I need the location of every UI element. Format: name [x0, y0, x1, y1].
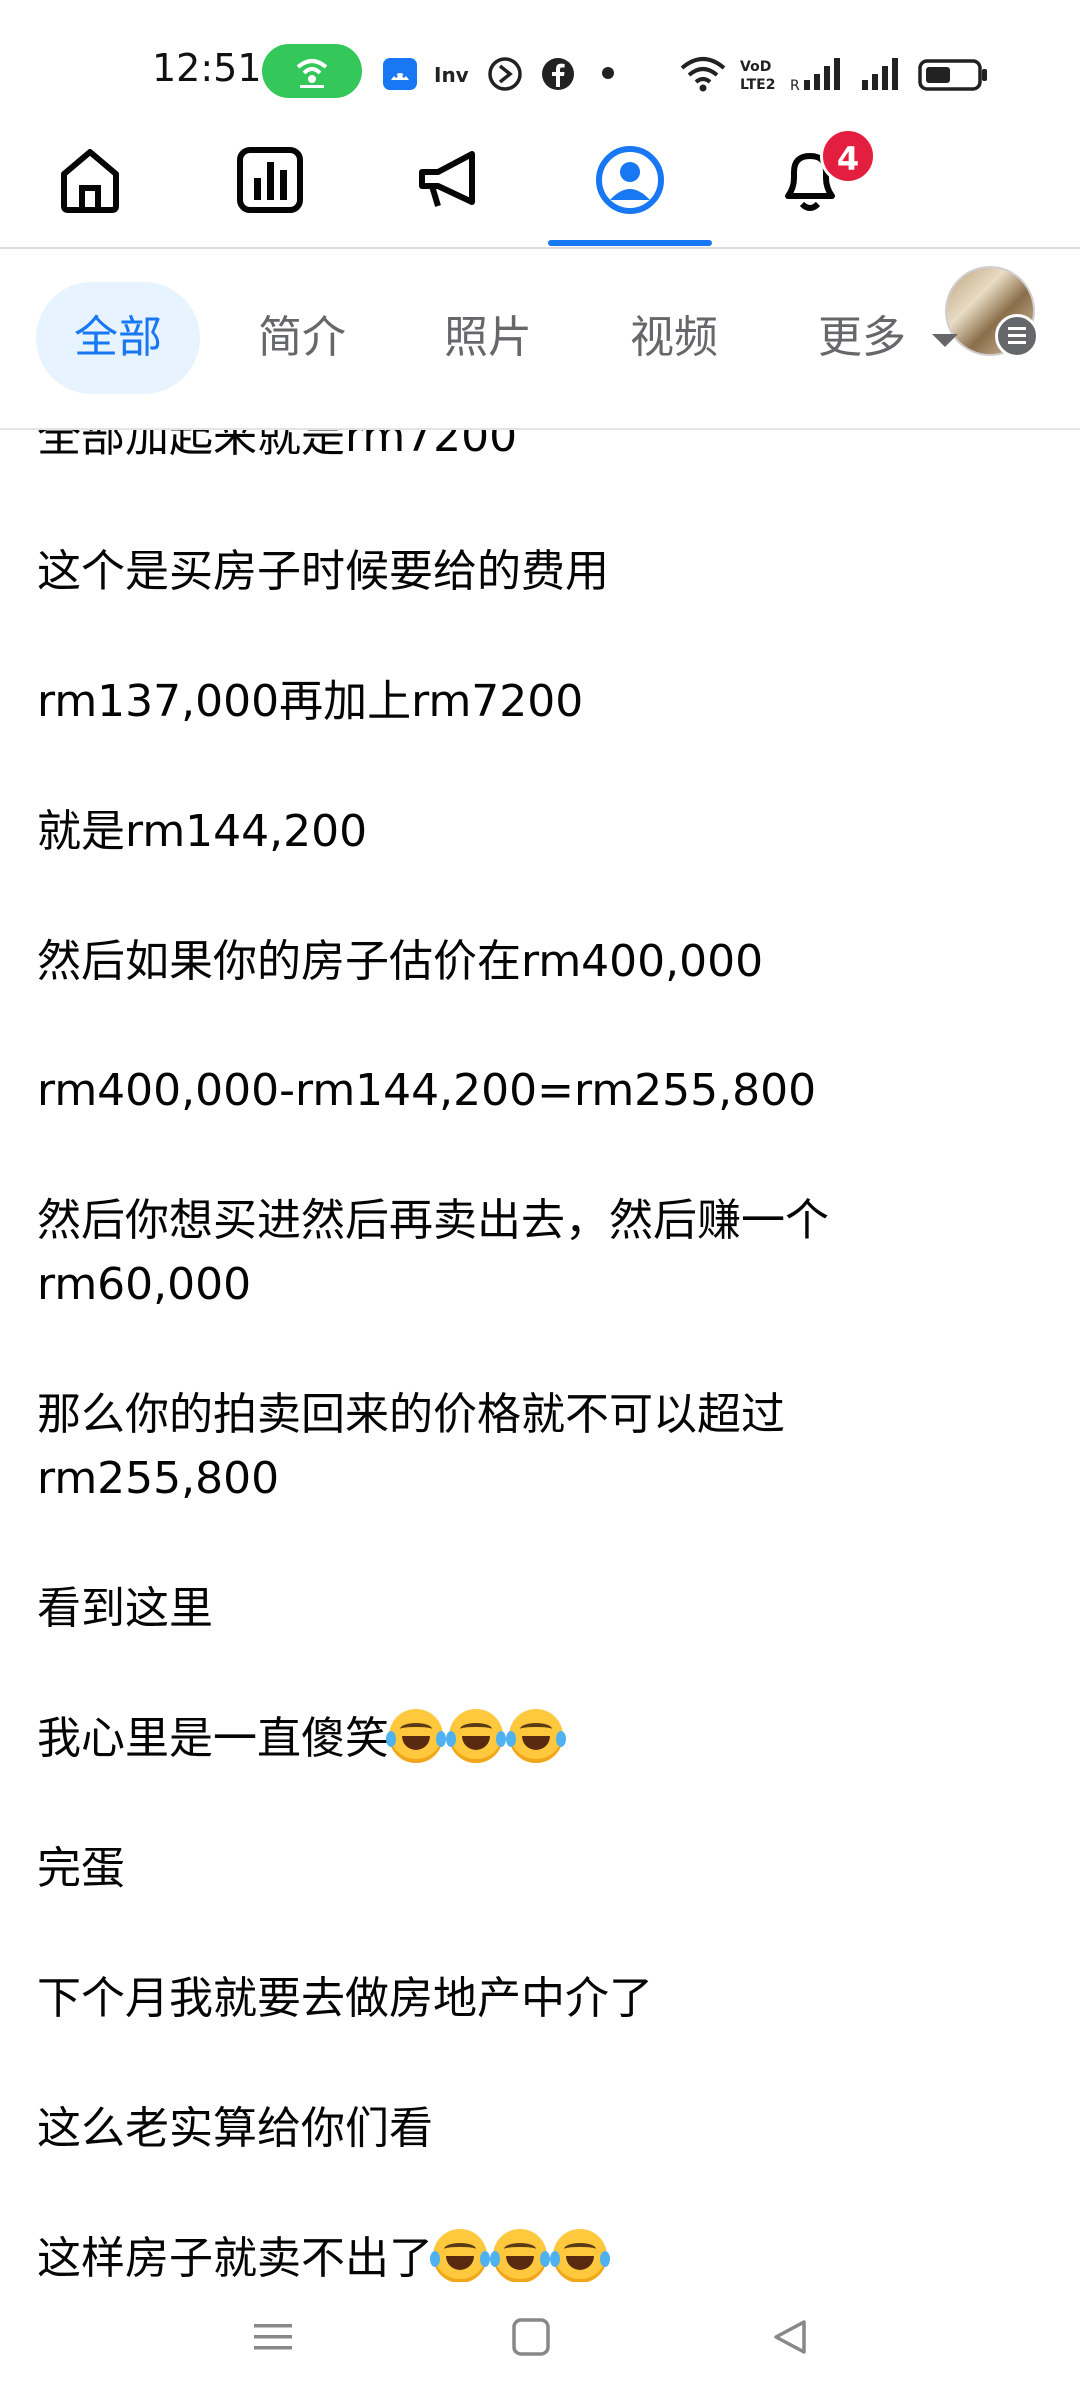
- post-content: 全部加起来就是rm7200 这个是买房子时候要给的费用 rm137,000再加上…: [0, 430, 1080, 2282]
- tab-videos[interactable]: 视频: [630, 282, 718, 394]
- post-line: 那么你的拍卖回来的价格就不可以超过: [37, 1389, 785, 1440]
- laughing-tears-emoji: [506, 1709, 566, 1763]
- active-tab-indicator: [548, 240, 712, 246]
- post-line: 然后如果你的房子估价在rm400,000: [37, 936, 764, 987]
- post-line-laugh: 我心里是一直傻笑: [37, 1708, 569, 1770]
- nav-home[interactable]: [14, 130, 164, 248]
- post-line: 然后你想买进然后再卖出去，然后赚一个: [37, 1195, 829, 1246]
- tab-more[interactable]: 更多: [818, 282, 958, 394]
- status-time: 12:51: [152, 46, 262, 90]
- tab-photos[interactable]: 照片: [444, 282, 532, 394]
- megaphone-icon: [419, 151, 475, 207]
- post-line: 这么老实算给你们看: [37, 2103, 433, 2154]
- laughing-tears-emoji: [430, 2229, 490, 2282]
- system-nav-bar: [0, 2282, 1080, 2400]
- post-line: 这个是买房子时候要给的费用: [37, 546, 609, 597]
- wifi-icon: [680, 57, 726, 92]
- tab-all[interactable]: 全部: [36, 282, 200, 394]
- circle-arrow-icon: [488, 57, 522, 91]
- nav-divider: [0, 247, 1080, 249]
- svg-text:LTE2: LTE2: [740, 77, 775, 92]
- post-line: rm400,000-rm144,200=rm255,800: [37, 1065, 817, 1116]
- android-icon: [383, 58, 417, 90]
- notification-dot: [602, 67, 614, 79]
- hotspot-icon: [262, 44, 362, 98]
- laughing-tears-emoji: [490, 2229, 550, 2282]
- signal-icon: R: [790, 58, 840, 92]
- laughing-tears-emoji: [550, 2229, 610, 2282]
- menu-icon[interactable]: [252, 2316, 294, 2358]
- post-line: rm60,000: [37, 1259, 252, 1310]
- back-icon[interactable]: [770, 2316, 812, 2358]
- battery-icon: [918, 59, 987, 91]
- notification-badge: 4: [820, 128, 876, 184]
- nav-megaphone[interactable]: [374, 130, 524, 248]
- status-bar: 12:51 Inv VoD LTE2 R: [0, 0, 1080, 130]
- dashboard-icon: [237, 147, 303, 213]
- tab-intro[interactable]: 简介: [258, 282, 346, 394]
- home-square-icon[interactable]: [510, 2316, 552, 2358]
- laughing-tears-emoji: [386, 1709, 446, 1763]
- post-line: 下个月我就要去做房地产中介了: [37, 1973, 653, 2024]
- svg-text:VoD: VoD: [740, 59, 771, 75]
- facebook-icon: [542, 58, 574, 90]
- profile-tabs: 全部 简介 照片 视频 更多: [0, 282, 1080, 394]
- svg-text:R: R: [790, 78, 800, 92]
- volte-icon: VoD LTE2: [740, 59, 775, 92]
- post-line: rm255,800: [37, 1453, 280, 1504]
- post-line: 看到这里: [37, 1583, 213, 1634]
- caret-down-icon: [932, 333, 958, 347]
- post-line-laugh: 这样房子就卖不出了: [37, 2228, 613, 2282]
- post-line: 完蛋: [37, 1843, 125, 1894]
- inv-icon: Inv: [434, 63, 469, 87]
- top-nav: [0, 130, 1080, 358]
- post-line: 就是rm144,200: [37, 806, 368, 857]
- nav-profile[interactable]: [554, 130, 704, 248]
- svg-text:Inv: Inv: [434, 63, 469, 87]
- signal-icon-2: [862, 58, 898, 90]
- post-line: rm137,000再加上rm7200: [37, 676, 584, 727]
- profile-icon: [596, 146, 664, 214]
- post-line: 全部加起来就是rm7200: [37, 430, 518, 462]
- home-icon: [61, 149, 119, 213]
- laughing-tears-emoji: [446, 1709, 506, 1763]
- nav-dashboard[interactable]: [194, 130, 344, 248]
- post-line-text: 我心里是一直傻笑: [37, 1713, 389, 1764]
- post-line-text: 这样房子就卖不出了: [37, 2233, 433, 2282]
